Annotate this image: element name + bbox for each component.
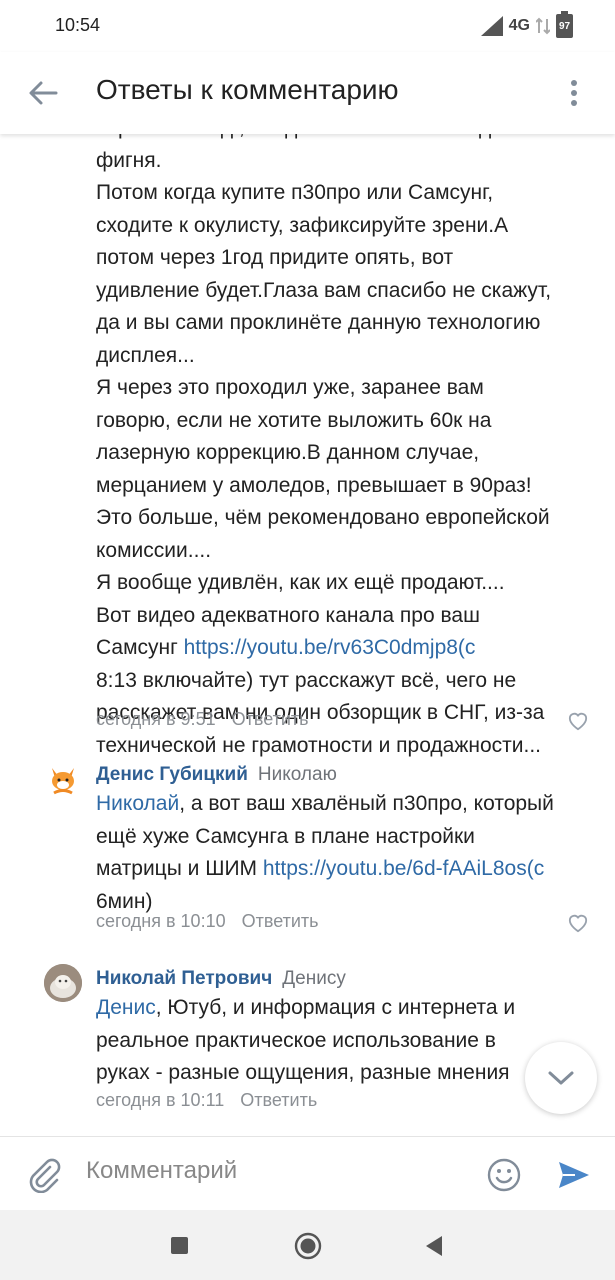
text-fragment: , а вот ваш хвалёный п30про, который: [179, 792, 554, 815]
text-line: дисплея...: [96, 343, 195, 367]
text-line: матрицы и ШИМ https://youtu.be/6d-fAAiL8…: [96, 853, 596, 886]
video-link[interactable]: https://youtu.be/6d-fAAiL8os(с: [263, 857, 544, 880]
author-line: Денис Губицкий Николаю: [96, 764, 337, 786]
comment-composer: Комментарий: [0, 1136, 615, 1211]
author-line: Николай Петрович Денису: [96, 968, 346, 990]
text-fragment: , Ютуб, и информация с интернета и: [155, 996, 516, 1019]
text-line: комиссии....: [96, 538, 212, 562]
recents-icon[interactable]: [171, 1237, 188, 1254]
fox-avatar-icon: [44, 760, 82, 798]
heart-icon[interactable]: [567, 913, 589, 933]
avatar[interactable]: [44, 964, 82, 1002]
signal-icon: [480, 16, 503, 36]
reply-to[interactable]: Денису: [282, 968, 346, 989]
mention-link[interactable]: Николай: [96, 792, 179, 815]
text-line: Я через это проходил уже, заранее вам: [96, 376, 484, 399]
chevron-down-icon: [548, 1071, 574, 1085]
comments-feed[interactable]: хорошим и т.д., а в действии на самом де…: [0, 134, 615, 1136]
status-bar: 10:54 4G 97: [0, 0, 615, 52]
author-name[interactable]: Денис Губицкий: [96, 764, 248, 785]
text-line: да и вы сами проклинёте данную технологи…: [96, 311, 541, 334]
smile-icon[interactable]: [486, 1157, 522, 1193]
text-line: Это больше, чём рекомендовано европейско…: [96, 506, 550, 529]
video-link[interactable]: https://youtu.be/rv63C0dmjp8(с: [184, 636, 476, 659]
comment-text: хорошим и т.д., а в действии на самом де…: [96, 134, 596, 762]
text-line: Я вообще удивлён, как их ещё продают....: [96, 571, 505, 594]
text-line: технической не грамотности и продажности…: [96, 733, 542, 757]
author-name[interactable]: Николай Петрович: [96, 968, 272, 989]
reply-button[interactable]: Ответить: [240, 1090, 317, 1110]
text-line: 8:13 включайте) тут расскажут всё, чего …: [96, 668, 517, 692]
mention-link[interactable]: Денис: [96, 996, 156, 1019]
text-fragment: Самсунг: [96, 636, 184, 659]
reply-to[interactable]: Николаю: [258, 764, 337, 785]
text-line: фигня.: [96, 148, 162, 172]
back-triangle-icon[interactable]: [424, 1235, 444, 1257]
data-arrows-icon: [536, 17, 550, 35]
comment-input[interactable]: Комментарий: [86, 1157, 237, 1185]
text-line: Денис, Ютуб, и информация с интернета и: [96, 992, 536, 1025]
status-time: 10:54: [55, 15, 101, 35]
text-line: руках - разные ощущения, разные мнения: [96, 1061, 510, 1084]
text-line: сходите к окулисту, зафиксируйте зрени.А: [96, 213, 509, 237]
text-line: лазерную коррекцию.В данном случае,: [96, 441, 480, 464]
arrow-back-icon[interactable]: [26, 76, 60, 110]
comment-meta: сегодня в 10:11 Ответить: [96, 1090, 317, 1111]
comment-meta: сегодня в 10:10 Ответить: [96, 911, 319, 932]
page-title: Ответы к комментарию: [96, 74, 399, 105]
send-icon[interactable]: [556, 1157, 592, 1193]
text-line: говорю, если не хотите выложить 60к на: [96, 408, 492, 432]
comment-time: сегодня в 10:10: [96, 911, 226, 931]
reply-button[interactable]: Ответить: [232, 709, 309, 729]
comment-time: сегодня в 9:51: [96, 709, 216, 729]
paperclip-icon[interactable]: [24, 1155, 62, 1193]
avatar[interactable]: [44, 760, 82, 798]
home-icon[interactable]: [294, 1232, 322, 1260]
heart-icon[interactable]: [567, 711, 589, 731]
comment-meta: сегодня в 9:51 Ответить: [96, 709, 309, 730]
text-line: хорошим и т.д., а в действии на самом де…: [96, 134, 596, 145]
comment-time: сегодня в 10:11: [96, 1090, 225, 1110]
system-nav-bar: [0, 1210, 615, 1280]
more-vert-icon[interactable]: [559, 78, 589, 108]
network-label: 4G: [508, 17, 530, 34]
text-line: мерцанием у амоледов, превышает в 90раз!: [96, 473, 532, 497]
text-line: удивление будет.Глаза вам спасибо не ска…: [96, 278, 552, 302]
status-icons: 4G 97: [480, 11, 573, 38]
comment-text: Николай, а вот ваш хвалёный п30про, кото…: [96, 788, 596, 918]
text-line: Вот видео адекватного канала про ваш: [96, 603, 480, 627]
text-line: ещё хуже Самсунга в плане настройки: [96, 824, 475, 848]
text-line: Николай, а вот ваш хвалёный п30про, кото…: [96, 788, 596, 821]
scroll-down-button[interactable]: [525, 1042, 597, 1114]
app-header: Ответы к комментарию: [0, 52, 615, 134]
text-line: Самсунг https://youtu.be/rv63C0dmjp8(с: [96, 632, 596, 665]
comment-text: Денис, Ютуб, и информация с интернета и …: [96, 992, 536, 1090]
text-line: потом через 1год придите опять, вот: [96, 246, 454, 269]
text-line: Потом когда купите п30про или Самсунг,: [96, 181, 494, 204]
battery-icon: 97: [556, 11, 573, 38]
text-line: реальное практическое использование в: [96, 1028, 496, 1052]
text-fragment: матрицы и ШИМ: [96, 857, 263, 880]
user-photo-avatar: [44, 964, 82, 1002]
reply-button[interactable]: Ответить: [242, 911, 319, 931]
